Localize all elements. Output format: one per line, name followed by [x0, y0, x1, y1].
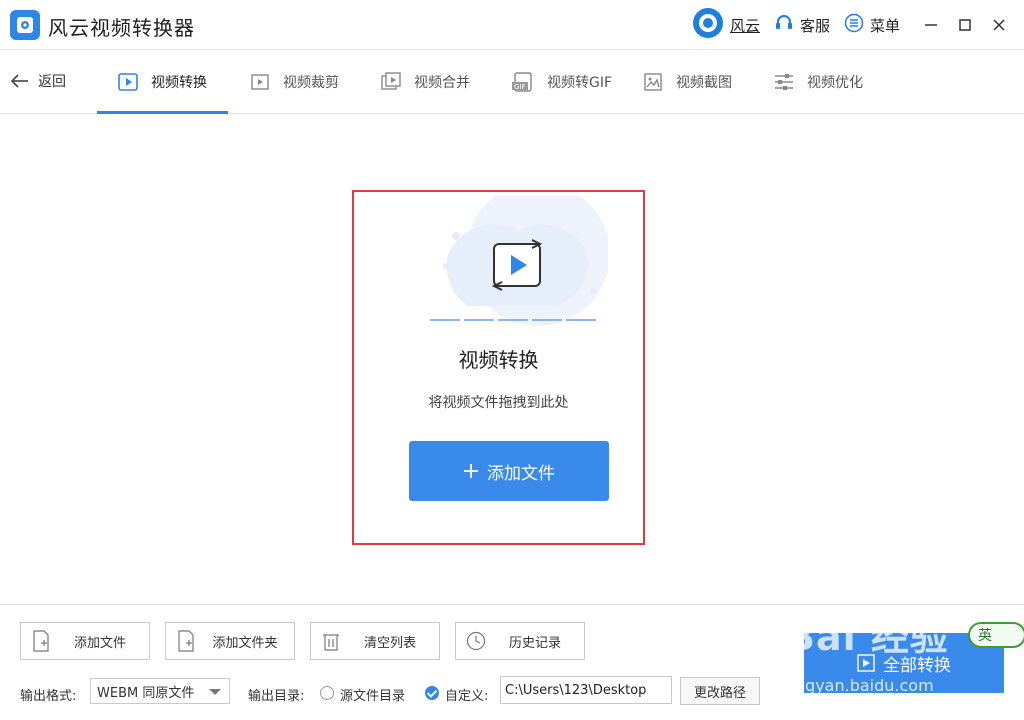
output-path-input[interactable]	[500, 676, 672, 704]
tab-video-gif[interactable]: GIF 视频转GIF	[511, 67, 612, 97]
video-merge-icon	[381, 72, 401, 90]
drop-zone-hint: 将视频文件拖拽到此处	[428, 395, 569, 411]
tab-label: 视频转换	[151, 75, 207, 91]
clear-list-button[interactable]: 清空列表	[310, 622, 440, 660]
plus-icon	[464, 464, 478, 478]
minimize-icon	[925, 24, 937, 26]
chevron-down-icon	[209, 689, 221, 695]
history-button[interactable]: 历史记录	[455, 622, 585, 660]
menu-label: 菜单	[869, 16, 900, 35]
maximize-button[interactable]	[948, 8, 982, 42]
tab-video-optimize[interactable]: 视频优化	[773, 67, 863, 97]
custom-dir-label: 自定义:	[445, 689, 489, 704]
support-label: 客服	[799, 16, 830, 35]
app-title: 风云视频转换器	[48, 16, 195, 40]
active-tab-indicator	[97, 111, 228, 114]
user-account[interactable]: 风云	[692, 7, 760, 43]
watermark-logo: Bai 经验	[786, 615, 949, 659]
video-convert-icon	[118, 73, 138, 91]
tab-label: 视频转GIF	[547, 75, 613, 91]
source-dir-label: 源文件目录	[340, 689, 406, 704]
source-dir-radio[interactable]	[320, 686, 334, 700]
menu-button[interactable]: 菜单	[844, 13, 900, 37]
output-dir-label: 输出目录:	[248, 689, 305, 704]
video-crop-icon	[251, 74, 269, 90]
custom-dir-radio[interactable]	[425, 686, 439, 700]
support-button[interactable]: 客服	[774, 13, 830, 37]
user-avatar-icon	[692, 7, 724, 43]
watermark-url: jingyan.baidu.com	[786, 676, 934, 695]
add-folder-label: 添加文件夹	[212, 635, 278, 651]
back-button[interactable]: 返回	[10, 71, 66, 91]
tab-label: 视频优化	[807, 75, 863, 91]
add-file-button[interactable]: 添加文件	[409, 441, 609, 501]
history-label: 历史记录	[508, 635, 561, 651]
tab-video-crop[interactable]: 视频裁剪	[249, 67, 339, 97]
add-file-label: 添加文件	[487, 463, 555, 484]
add-folder-icon	[166, 630, 206, 652]
output-format-select[interactable]: WEBM 同原文件	[90, 678, 230, 704]
clear-list-label: 清空列表	[363, 635, 416, 651]
svg-text:GIF: GIF	[514, 83, 526, 91]
change-path-button[interactable]: 更改路径	[680, 677, 760, 705]
close-button[interactable]	[982, 8, 1016, 42]
menu-icon	[844, 13, 864, 37]
tab-label: 视频合并	[414, 75, 470, 91]
tool-nav: 返回 视频转换 视频裁剪 视频合并 GIF 视频转GIF 视频截图 视频优化	[0, 51, 1024, 114]
title-bar: 风云视频转换器 风云 客服 菜单	[0, 0, 1024, 50]
tab-video-merge[interactable]: 视频合并	[380, 67, 470, 97]
maximize-icon	[959, 19, 971, 31]
tab-label: 视频裁剪	[283, 75, 339, 91]
back-label: 返回	[38, 74, 66, 90]
output-format-value: WEBM 同原文件	[97, 685, 195, 701]
clock-icon	[456, 631, 496, 651]
screenshot-icon	[644, 73, 662, 91]
tab-label: 视频截图	[676, 75, 732, 91]
user-name: 风云	[729, 16, 760, 35]
drop-zone[interactable]: 视频转换 将视频文件拖拽到此处 添加文件	[352, 182, 645, 545]
video-convert-illustration-icon	[428, 182, 610, 326]
ime-indicator: 英	[968, 622, 1024, 648]
trash-icon	[311, 631, 351, 651]
add-file-toolbar-label: 添加文件	[73, 635, 126, 651]
drop-zone-title: 视频转换	[458, 348, 539, 372]
arrow-left-icon	[10, 74, 28, 88]
add-file-icon	[21, 630, 61, 652]
add-folder-button[interactable]: 添加文件夹	[165, 622, 295, 660]
gif-icon: GIF	[512, 72, 532, 92]
close-icon	[993, 19, 1005, 31]
minimize-button[interactable]	[914, 8, 948, 42]
tab-video-convert[interactable]: 视频转换	[117, 67, 207, 97]
headset-icon	[774, 13, 794, 37]
tab-video-screenshot[interactable]: 视频截图	[642, 67, 732, 97]
optimize-icon	[775, 74, 793, 90]
app-logo-icon	[10, 10, 40, 40]
output-format-label: 输出格式:	[20, 689, 77, 704]
add-file-toolbar-button[interactable]: 添加文件	[20, 622, 150, 660]
